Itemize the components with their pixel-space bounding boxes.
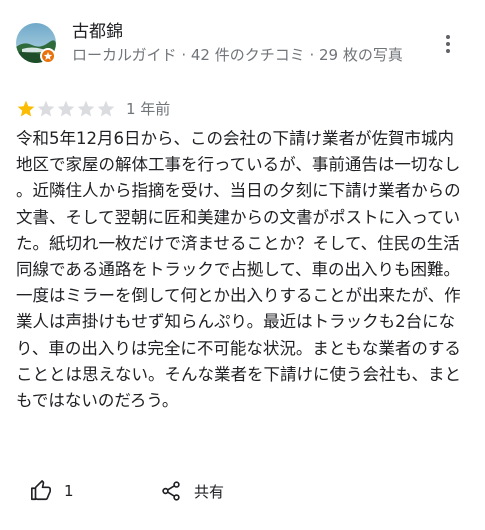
local-guide-star-icon: [43, 51, 53, 60]
share-button[interactable]: 共有: [160, 476, 224, 506]
more-vert-icon: [446, 35, 450, 53]
thumb-up-icon: [31, 480, 51, 501]
share-label: 共有: [194, 482, 225, 501]
review-text: 令和5年12月6日から、この会社の下請け業者が佐賀市城内地区で家屋の解体工事を行…: [16, 129, 462, 411]
star-empty-icon: [37, 100, 55, 117]
star-empty-icon: [77, 100, 95, 117]
review-card: 古都錦 ローカルガイド · 42 件のクチコミ · 29 枚の写真 1 年前 令…: [0, 0, 485, 530]
more-options-button[interactable]: [436, 30, 460, 58]
rating-row: 1 年前: [16, 99, 170, 119]
share-icon: [162, 481, 180, 501]
reviewer-meta[interactable]: ローカルガイド · 42 件のクチコミ · 29 枚の写真: [72, 44, 432, 66]
reviewer-name[interactable]: 古都錦: [72, 20, 123, 44]
local-guide-badge: [40, 48, 56, 64]
star-empty-icon: [57, 100, 75, 117]
review-time: 1 年前: [126, 100, 171, 118]
review-actions: 1 共有: [0, 476, 485, 506]
like-button[interactable]: 1: [30, 476, 74, 506]
star-empty-icon: [97, 100, 115, 117]
star-filled-icon: [17, 100, 35, 117]
like-count: 1: [64, 482, 74, 500]
star-rating: [16, 99, 116, 119]
